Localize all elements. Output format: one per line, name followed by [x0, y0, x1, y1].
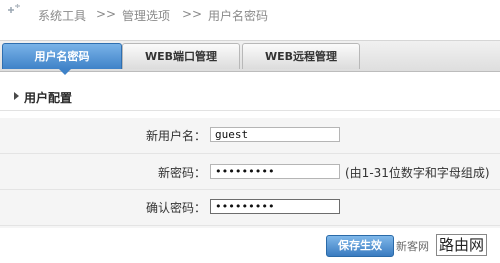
- confirm-password-input[interactable]: [210, 199, 340, 214]
- password-input[interactable]: [210, 164, 340, 179]
- password-label: 新密码：: [157, 166, 206, 180]
- divider: [0, 110, 500, 111]
- breadcrumb-separator: >>: [96, 7, 117, 21]
- tab-web-remote-management[interactable]: WEB远程管理: [242, 43, 360, 69]
- breadcrumb-item-admin-options[interactable]: 管理选项: [122, 7, 170, 24]
- breadcrumb-separator: >>: [182, 7, 203, 21]
- divider: [0, 153, 500, 154]
- breadcrumb-item-system-tools[interactable]: 系统工具: [38, 7, 86, 24]
- save-button[interactable]: 保存生效: [326, 235, 394, 257]
- active-tab-pointer-icon: [59, 69, 71, 75]
- watermark-text: 新客网: [396, 240, 429, 253]
- password-hint: (由1-31位数字和字母组成): [345, 166, 490, 180]
- username-label: 新用户名：: [145, 129, 206, 143]
- confirm-password-label: 确认密码：: [145, 201, 206, 215]
- tab-web-port-management[interactable]: WEB端口管理: [122, 43, 240, 69]
- divider: [0, 225, 500, 226]
- triangle-right-icon: [14, 92, 19, 100]
- tools-icon: [8, 4, 20, 13]
- watermark-logo: 路由网: [436, 234, 488, 256]
- section-title: 用户配置: [24, 91, 73, 105]
- section-header: 用户配置: [0, 86, 500, 110]
- tab-username-password[interactable]: 用户名密码: [2, 43, 122, 69]
- divider: [0, 189, 500, 190]
- breadcrumb-item-username-password: 用户名密码: [208, 9, 269, 23]
- username-input[interactable]: [210, 127, 340, 142]
- breadcrumb: 系统工具 >> 管理选项 >> 用户名密码: [0, 0, 500, 30]
